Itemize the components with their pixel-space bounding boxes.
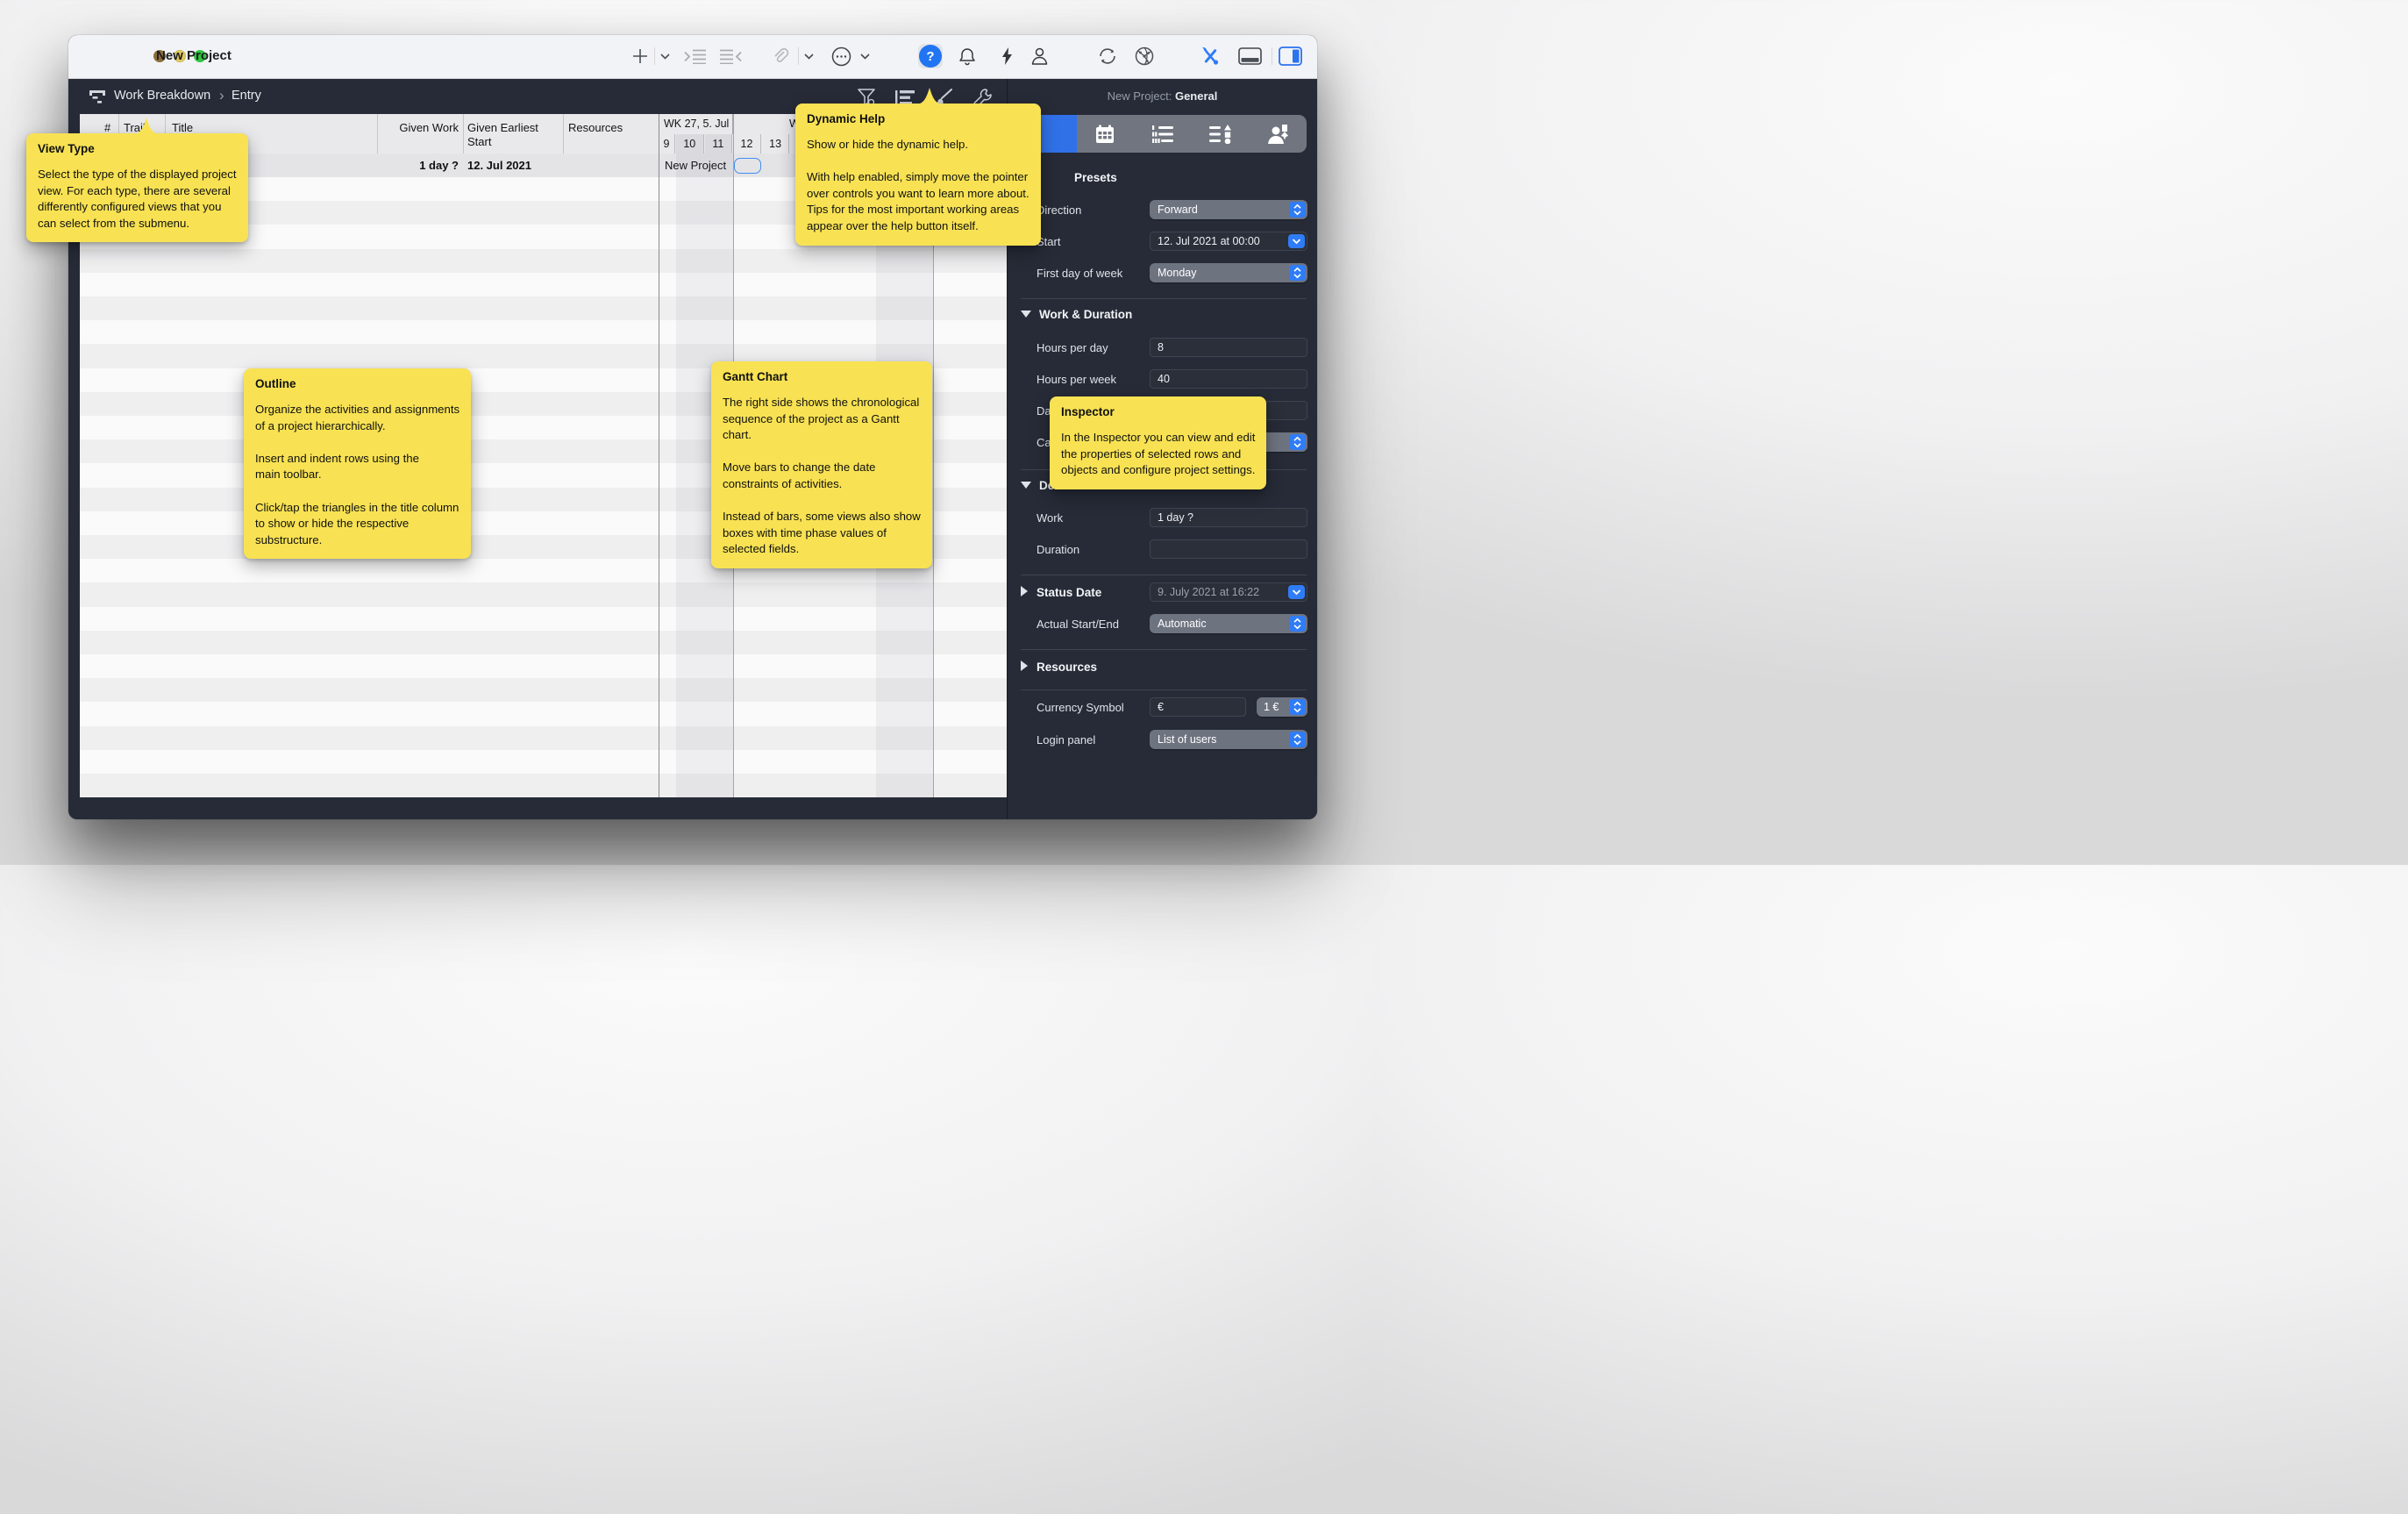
- table-row: [80, 273, 1007, 296]
- tab-person-star[interactable]: [1249, 115, 1307, 153]
- stepper-icon: [1289, 732, 1306, 747]
- duration-field[interactable]: [1150, 539, 1307, 559]
- tooltip-arrow: [915, 88, 944, 104]
- column-header-resources[interactable]: Resources: [568, 121, 623, 134]
- day-header: 13: [762, 134, 790, 154]
- table-row: [80, 726, 1007, 750]
- start-date-field[interactable]: 12. Jul 2021 at 00:00: [1150, 232, 1307, 251]
- more-options-chevron[interactable]: [858, 44, 872, 68]
- direction-select[interactable]: Forward: [1150, 200, 1307, 219]
- person-icon[interactable]: [1028, 44, 1051, 68]
- section-status-date[interactable]: Status Date: [1021, 586, 1101, 599]
- stepper-icon: [1289, 265, 1306, 281]
- titlebar: New Project ?: [68, 35, 1317, 79]
- status-date-field[interactable]: 9. July 2021 at 16:22: [1150, 582, 1307, 602]
- currency-unit-select[interactable]: 1 €: [1257, 697, 1307, 717]
- tooltip-dynamic-help: Dynamic Help Show or hide the dynamic he…: [795, 104, 1041, 246]
- stepper-icon: [1289, 699, 1306, 715]
- table-row: [80, 320, 1007, 344]
- tooltip-view-type: View Type Select the type of the display…: [26, 133, 248, 242]
- work-field[interactable]: 1 day ?: [1150, 508, 1307, 527]
- lightning-icon[interactable]: [998, 44, 1015, 68]
- tab-numbered-list[interactable]: [1134, 115, 1192, 153]
- breadcrumb-separator: ›: [219, 87, 224, 104]
- tooltip-arrow: [132, 118, 161, 134]
- bottom-panel-icon[interactable]: [1236, 44, 1263, 68]
- gantt-selection-box[interactable]: [734, 158, 761, 174]
- hours-per-day-label: Hours per day: [1037, 341, 1108, 354]
- stepper-icon: [1289, 202, 1306, 218]
- breadcrumb-item-view[interactable]: Work Breakdown: [114, 89, 210, 103]
- currency-symbol-field[interactable]: €: [1150, 697, 1246, 717]
- login-panel-label: Login panel: [1037, 733, 1095, 746]
- table-row: [80, 296, 1007, 320]
- day-header: 12: [733, 134, 761, 154]
- toolbar-separator: [798, 47, 799, 65]
- table-row: [80, 607, 1007, 631]
- hours-per-week-label: Hours per week: [1037, 373, 1116, 386]
- first-day-label: First day of week: [1037, 267, 1122, 280]
- table-row: [80, 654, 1007, 678]
- hours-per-week-field[interactable]: 40: [1150, 369, 1307, 389]
- tooltip-inspector: Inspector In the Inspector you can view …: [1050, 396, 1266, 489]
- paperclip-icon[interactable]: [770, 44, 791, 68]
- table-row: [80, 678, 1007, 702]
- stepper-icon: [1289, 434, 1306, 450]
- add-button[interactable]: [630, 44, 651, 68]
- direction-label: Direction: [1037, 204, 1081, 217]
- tooltip-gantt-chart: Gantt Chart The right side shows the chr…: [711, 361, 932, 568]
- breadcrumb-item-entry[interactable]: Entry: [232, 89, 261, 103]
- chevron-down-icon: [1288, 585, 1305, 599]
- bell-icon[interactable]: [956, 44, 979, 68]
- ellipsis-circle-icon[interactable]: [830, 44, 852, 68]
- chevron-down-icon: [1288, 234, 1305, 248]
- stepper-icon: [1289, 616, 1306, 632]
- section-resources[interactable]: Resources: [1021, 661, 1097, 674]
- tools-icon[interactable]: [1198, 44, 1222, 68]
- section-work-duration[interactable]: Work & Duration: [1021, 308, 1132, 321]
- help-icon[interactable]: ?: [918, 44, 943, 68]
- summary-given-work[interactable]: 1 day ?: [388, 159, 459, 172]
- work-label: Work: [1037, 511, 1063, 525]
- table-row: [80, 750, 1007, 774]
- outdent-icon[interactable]: [717, 44, 744, 68]
- actual-start-end-select[interactable]: Automatic: [1150, 614, 1307, 633]
- attach-options-chevron[interactable]: [801, 44, 816, 68]
- column-header-number[interactable]: #: [104, 121, 110, 134]
- column-header-given-earliest-start[interactable]: Given Earliest Start: [467, 121, 546, 149]
- table-row: [80, 774, 1007, 797]
- table-row: [80, 631, 1007, 654]
- summary-given-earliest-start[interactable]: 12. Jul 2021: [467, 159, 531, 172]
- column-header-title[interactable]: Title: [172, 121, 193, 134]
- tab-shapes-list[interactable]: [1192, 115, 1250, 153]
- right-panel-icon[interactable]: [1277, 44, 1303, 68]
- table-row: [80, 702, 1007, 725]
- add-options-chevron[interactable]: [658, 44, 672, 68]
- login-panel-select[interactable]: List of users: [1150, 730, 1307, 749]
- tooltip-outline: Outline Organize the activities and assi…: [244, 368, 471, 559]
- table-row: [80, 249, 1007, 273]
- hours-per-day-field[interactable]: 8: [1150, 338, 1307, 357]
- table-row: [80, 582, 1007, 606]
- window-title: New Project: [156, 48, 232, 63]
- actual-start-end-label: Actual Start/End: [1037, 618, 1119, 631]
- indent-icon[interactable]: [682, 44, 709, 68]
- day-header: 11: [705, 134, 733, 154]
- work-breakdown-icon[interactable]: [86, 85, 109, 108]
- toolbar-separator: [654, 47, 655, 65]
- week-header-27: WK 27, 5. Jul: [659, 114, 733, 134]
- currency-symbol-label: Currency Symbol: [1037, 701, 1124, 714]
- duration-label: Duration: [1037, 543, 1079, 556]
- inspector-title: New Project: General: [1008, 89, 1317, 103]
- tab-calendar[interactable]: [1077, 115, 1135, 153]
- first-day-select[interactable]: Monday: [1150, 263, 1307, 282]
- network-icon[interactable]: [1133, 44, 1156, 68]
- column-header-given-work[interactable]: Given Work: [388, 121, 459, 134]
- inspector-tab-bar: [1019, 115, 1307, 153]
- refresh-icon[interactable]: [1096, 44, 1119, 68]
- day-header: 9: [659, 134, 675, 154]
- day-header: 10: [676, 134, 704, 154]
